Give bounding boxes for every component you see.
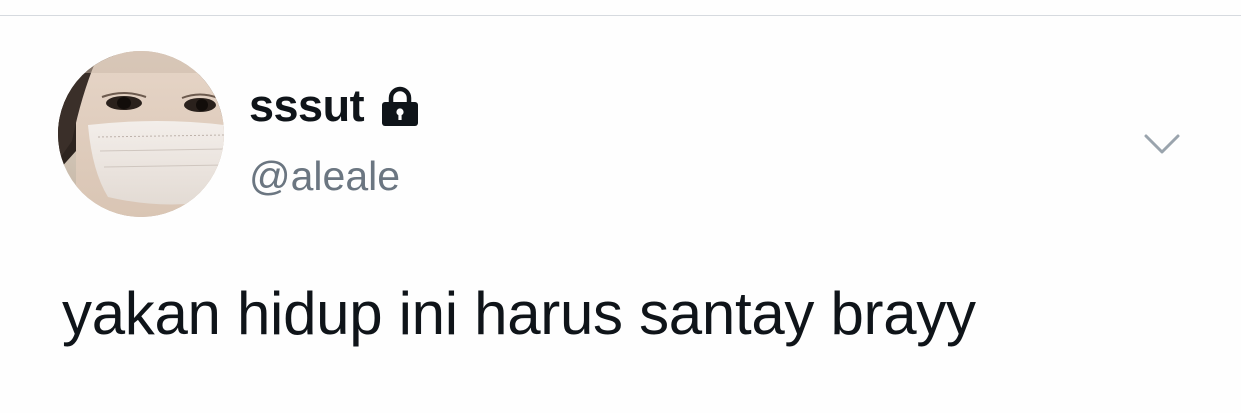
author-handle[interactable]: @aleale	[249, 152, 400, 200]
chevron-down-icon[interactable]	[1140, 122, 1184, 166]
avatar-image	[58, 51, 224, 217]
avatar[interactable]	[58, 51, 224, 217]
tweet-text: yakan hidup ini harus santay brayy	[62, 280, 976, 347]
author-display-name[interactable]: sssut	[249, 82, 365, 130]
author-name-row: sssut	[249, 82, 422, 130]
tweet: sssut @aleale yakan hidup ini harus sant…	[0, 16, 1241, 413]
lock-icon	[378, 84, 422, 128]
